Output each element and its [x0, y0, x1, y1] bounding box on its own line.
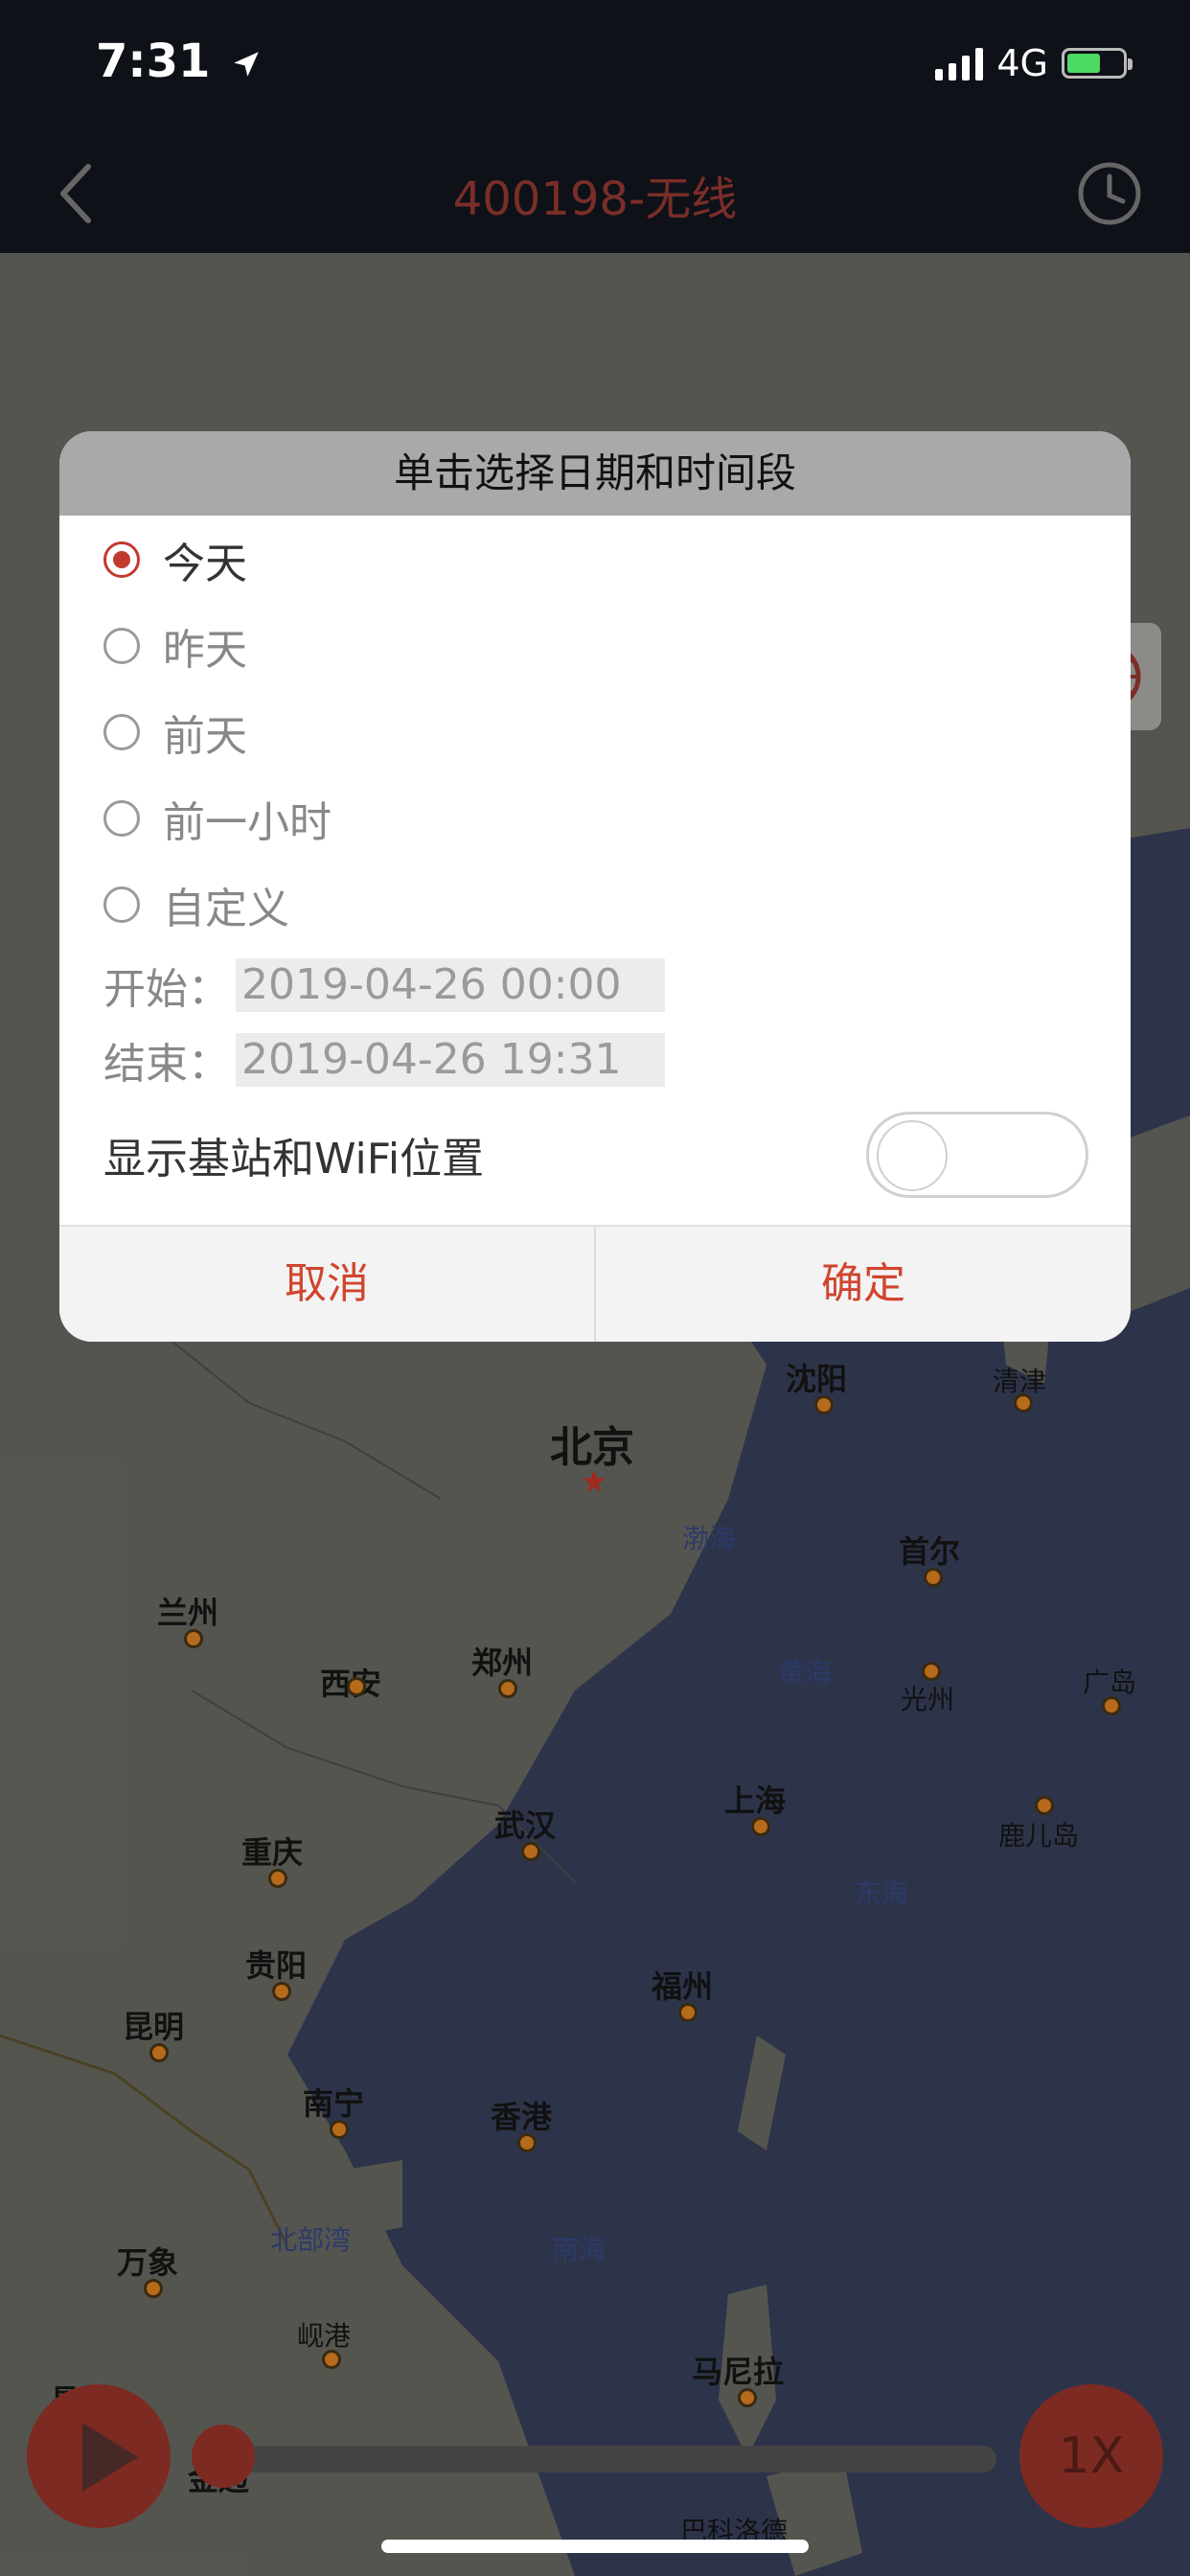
location-arrow-icon — [234, 52, 259, 77]
playback-speed-button[interactable]: 1X — [1019, 2384, 1163, 2528]
end-label: 结束： — [103, 1040, 230, 1089]
city-label: 沈阳 — [786, 1361, 848, 1397]
start-time-field[interactable]: 2019-04-26 00:00 — [236, 958, 665, 1012]
start-time-row: 开始： 2019-04-26 00:00 — [103, 956, 665, 1014]
option-label: 前一小时 — [163, 798, 332, 847]
city-label: 岘港 — [297, 2320, 352, 2352]
city-label: 广岛 — [1083, 1667, 1137, 1698]
option-label: 前天 — [163, 712, 247, 761]
city-dot — [322, 2350, 341, 2369]
battery-icon — [1062, 48, 1133, 79]
signal-icon — [935, 46, 984, 80]
confirm-button[interactable]: 确定 — [596, 1227, 1131, 1342]
playback-progress-knob[interactable] — [192, 2425, 255, 2488]
date-range-dialog: 单击选择日期和时间段 今天 昨天 前天 前一小时 自定义 开始： 2019-04… — [59, 431, 1131, 1342]
capital-star-icon — [583, 1470, 606, 1493]
sea-label: 南海 — [552, 2234, 606, 2266]
option-label: 自定义 — [163, 885, 289, 933]
status-time: 7:31 — [96, 34, 263, 88]
city-dot — [272, 1982, 291, 2001]
sea-label: 渤海 — [682, 1523, 737, 1554]
dialog-title: 单击选择日期和时间段 — [59, 431, 1131, 516]
city-label: 万象 — [117, 2244, 179, 2281]
city-label: 郑州 — [471, 1644, 534, 1681]
city-label: 马尼拉 — [692, 2354, 785, 2390]
dialog-footer: 取消 确定 — [59, 1225, 1131, 1342]
cancel-button[interactable]: 取消 — [59, 1227, 596, 1342]
radio-icon[interactable] — [103, 886, 140, 923]
city-label: 重庆 — [241, 1834, 304, 1871]
status-bar: 7:31 4G — [0, 0, 1190, 134]
city-dot — [521, 1842, 540, 1861]
play-button[interactable] — [27, 2384, 171, 2528]
start-label: 开始： — [103, 965, 230, 1014]
option-last-hour[interactable]: 前一小时 — [103, 780, 332, 857]
city-label: 上海 — [724, 1782, 787, 1819]
option-custom[interactable]: 自定义 — [103, 866, 289, 943]
city-label: 香港 — [491, 2099, 553, 2135]
page-title: 400198-无线 — [452, 172, 738, 226]
city-dot — [814, 1395, 834, 1414]
city-label: 兰州 — [157, 1595, 219, 1631]
city-dot — [922, 1662, 941, 1681]
city-label: 昆明 — [123, 2009, 185, 2045]
radio-icon[interactable] — [103, 800, 140, 837]
city-dot — [268, 1869, 287, 1888]
home-indicator — [381, 2540, 809, 2553]
city-dot — [738, 2388, 757, 2407]
city-dot — [924, 1568, 943, 1587]
city-dot — [184, 1629, 203, 1648]
status-icons: 4G — [935, 42, 1133, 84]
sea-label: 东海 — [855, 1877, 909, 1909]
city-label: 首尔 — [899, 1533, 961, 1570]
end-time-field[interactable]: 2019-04-26 19:31 — [236, 1033, 665, 1087]
network-type: 4G — [996, 42, 1048, 84]
show-wifi-row: 显示基站和WiFi位置 — [103, 1112, 1088, 1198]
city-dot — [1014, 1393, 1033, 1413]
city-label: 北京 — [550, 1423, 634, 1472]
city-label: 光州 — [901, 1684, 955, 1715]
option-label: 今天 — [163, 540, 247, 588]
city-label: 武汉 — [494, 1807, 557, 1844]
toggle-label: 显示基站和WiFi位置 — [103, 1135, 485, 1184]
nav-bar: 400198-无线 — [0, 134, 1190, 253]
city-dot — [498, 1679, 517, 1698]
city-dot — [330, 2120, 349, 2139]
option-yesterday[interactable]: 昨天 — [103, 608, 247, 684]
option-day-before[interactable]: 前天 — [103, 694, 247, 770]
toggle-knob — [877, 1120, 948, 1191]
playback-progress-track[interactable] — [201, 2446, 996, 2472]
city-dot — [1035, 1796, 1054, 1815]
sea-label: 北部湾 — [270, 2224, 352, 2256]
radio-icon[interactable] — [103, 714, 140, 750]
city-dot — [1102, 1696, 1121, 1715]
city-dot — [144, 2279, 163, 2298]
city-dot — [347, 1677, 366, 1696]
city-dot — [517, 2133, 537, 2152]
city-label: 南宁 — [303, 2085, 365, 2122]
city-label: 贵阳 — [245, 1947, 308, 1984]
city-dot — [751, 1817, 770, 1836]
option-today[interactable]: 今天 — [103, 521, 247, 598]
city-dot — [678, 2003, 698, 2022]
radio-icon[interactable] — [103, 628, 140, 664]
option-label: 昨天 — [163, 626, 247, 675]
show-wifi-toggle[interactable] — [866, 1112, 1088, 1198]
radio-checked-icon[interactable] — [103, 541, 140, 578]
city-dot — [149, 2043, 169, 2062]
end-time-row: 结束： 2019-04-26 19:31 — [103, 1031, 665, 1089]
clock-icon[interactable] — [1073, 157, 1146, 230]
city-label: 福州 — [652, 1968, 714, 2005]
city-label: 鹿儿岛 — [998, 1820, 1080, 1852]
sea-label: 黄海 — [778, 1657, 833, 1689]
